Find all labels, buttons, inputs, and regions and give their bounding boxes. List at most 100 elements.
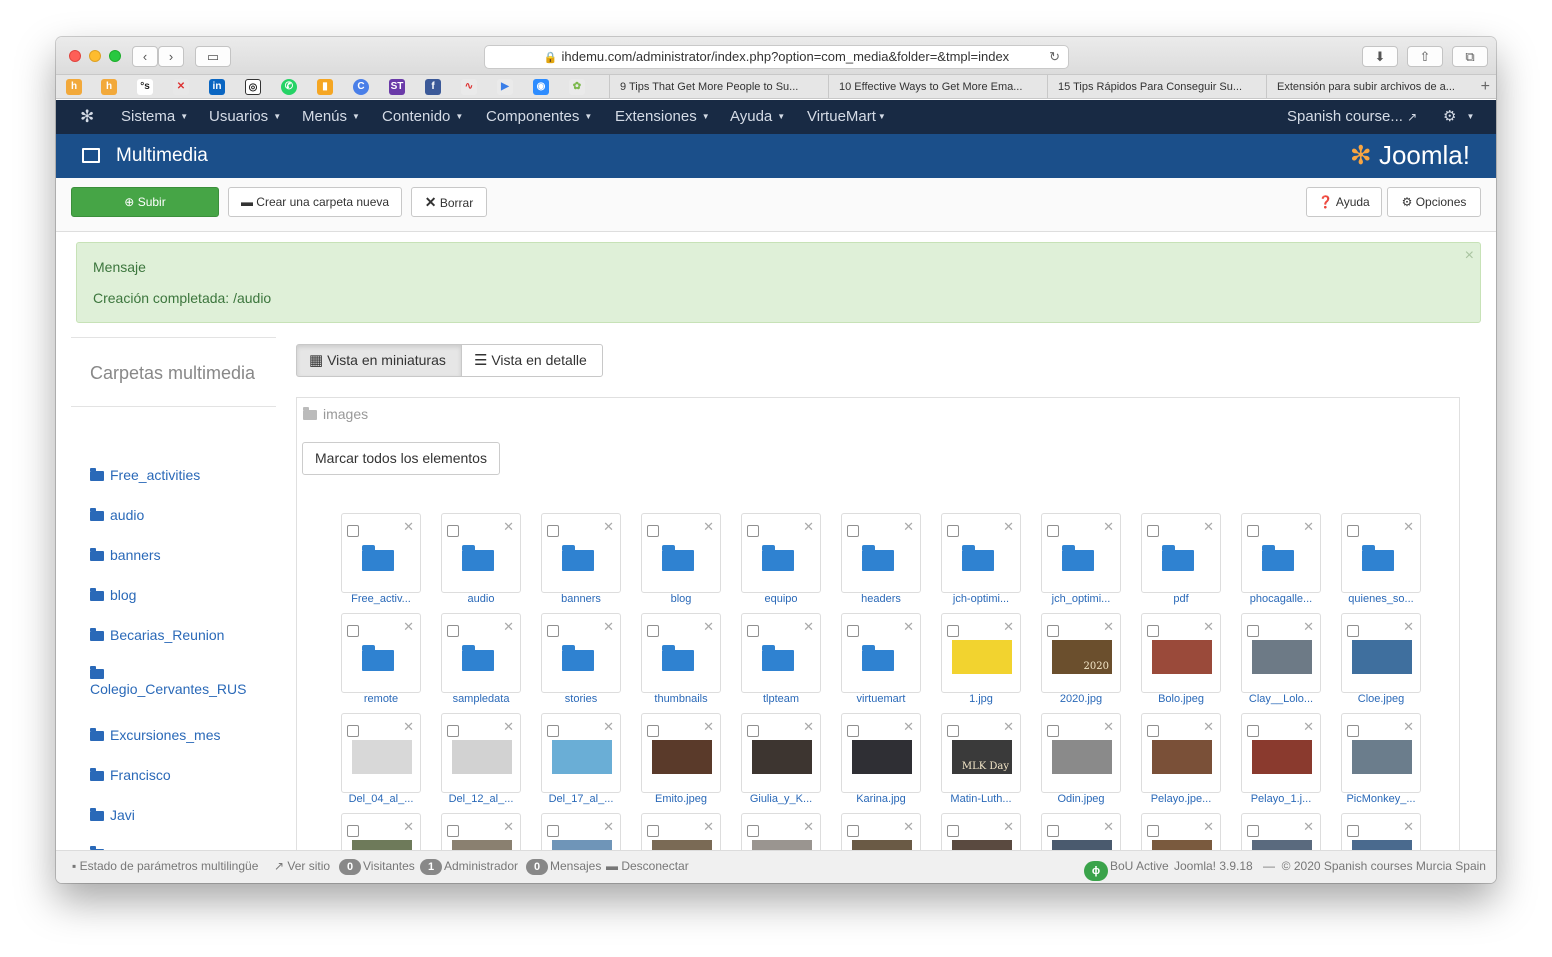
select-checkbox[interactable] — [947, 825, 959, 837]
tile-label[interactable]: Odin.jpeg — [1033, 793, 1129, 805]
detail-view-button[interactable]: ☰ Vista en detalle — [461, 344, 603, 377]
menu-extensiones[interactable]: Extensiones ▼ — [615, 100, 710, 134]
forward-button[interactable]: › — [158, 46, 184, 67]
menu-componentes[interactable]: Componentes ▼ — [486, 100, 592, 134]
tile-label[interactable]: stories — [533, 693, 629, 705]
tile-box[interactable]: ✕ — [841, 813, 921, 853]
delete-icon[interactable]: ✕ — [1403, 620, 1414, 633]
tile-box[interactable]: ✕ — [441, 713, 521, 793]
play-icon[interactable]: ▶ — [497, 79, 513, 95]
folder-tile[interactable]: ✕ banners — [541, 513, 621, 605]
sidebar-folder-item[interactable]: banners — [90, 547, 161, 563]
folder-tile[interactable]: ✕ Free_activ... — [341, 513, 421, 605]
delete-icon[interactable]: ✕ — [1403, 820, 1414, 833]
folder-tile[interactable]: ✕ tlpteam — [741, 613, 821, 705]
select-checkbox[interactable] — [547, 525, 559, 537]
bookmark-h2-icon[interactable]: h — [101, 79, 117, 95]
select-checkbox[interactable] — [1347, 625, 1359, 637]
sidebar-folder-item[interactable]: audio — [90, 507, 144, 523]
select-checkbox[interactable] — [647, 525, 659, 537]
reload-icon[interactable]: ↻ — [1049, 46, 1060, 68]
help-button[interactable]: ❓ Ayuda — [1306, 187, 1382, 217]
select-checkbox[interactable] — [447, 525, 459, 537]
delete-icon[interactable]: ✕ — [1303, 620, 1314, 633]
select-checkbox[interactable] — [1147, 825, 1159, 837]
select-checkbox[interactable] — [1247, 725, 1259, 737]
tile-label[interactable]: sampledata — [433, 693, 529, 705]
image-tile[interactable]: ✕ 1.jpg — [941, 613, 1021, 705]
tile-label[interactable]: Cloe.jpeg — [1333, 693, 1429, 705]
logout-link[interactable]: ▬ Desconectar — [606, 851, 689, 881]
tile-box[interactable]: ✕ — [541, 813, 621, 853]
select-checkbox[interactable] — [747, 525, 759, 537]
bookmark-puzzle-icon[interactable]: ✕ — [173, 79, 189, 95]
folder-tile[interactable]: ✕ virtuemart — [841, 613, 921, 705]
delete-icon[interactable]: ✕ — [503, 520, 514, 533]
tile-box[interactable]: ✕ — [1241, 613, 1321, 693]
select-checkbox[interactable] — [647, 625, 659, 637]
new-tab-icon[interactable]: + — [1481, 75, 1490, 99]
tile-label[interactable]: virtuemart — [833, 693, 929, 705]
back-button[interactable]: ‹ — [132, 46, 158, 67]
instagram-icon[interactable]: ◎ — [245, 79, 261, 95]
tile-label[interactable]: banners — [533, 593, 629, 605]
tile-label[interactable]: Pelayo.jpe... — [1133, 793, 1229, 805]
sidebar-folder-item[interactable]: Free_activities — [90, 467, 200, 483]
select-checkbox[interactable] — [747, 725, 759, 737]
delete-icon[interactable]: ✕ — [1303, 520, 1314, 533]
select-checkbox[interactable] — [747, 625, 759, 637]
delete-icon[interactable]: ✕ — [1203, 620, 1214, 633]
select-checkbox[interactable] — [1247, 825, 1259, 837]
tile-box[interactable]: ✕ — [1141, 813, 1221, 853]
menu-sistema[interactable]: Sistema ▼ — [121, 100, 188, 134]
bookmark-h-icon[interactable]: h — [66, 79, 82, 95]
delete-icon[interactable]: ✕ — [703, 520, 714, 533]
select-checkbox[interactable] — [347, 625, 359, 637]
tile-label[interactable]: Del_04_al_... — [333, 793, 429, 805]
tile-label[interactable]: 2020.jpg — [1033, 693, 1129, 705]
tile-box[interactable]: ✕ — [941, 613, 1021, 693]
delete-icon[interactable]: ✕ — [903, 520, 914, 533]
image-tile[interactable]: ✕ 2020 2020.jpg — [1041, 613, 1121, 705]
delete-button[interactable]: ✕ Borrar — [411, 187, 487, 217]
tile-box[interactable]: ✕ 2020 — [1041, 613, 1121, 693]
image-tile[interactable]: ✕ Pelayo.jpe... — [1141, 713, 1221, 805]
delete-icon[interactable]: ✕ — [1403, 720, 1414, 733]
image-tile[interactable]: ✕ — [741, 813, 821, 853]
image-tile[interactable]: ✕ Karina.jpg — [841, 713, 921, 805]
folder-tile[interactable]: ✕ audio — [441, 513, 521, 605]
tile-label[interactable]: Emito.jpeg — [633, 793, 729, 805]
select-checkbox[interactable] — [447, 825, 459, 837]
delete-icon[interactable]: ✕ — [1203, 720, 1214, 733]
tile-label[interactable]: jch_optimi... — [1033, 593, 1129, 605]
share-button[interactable]: ⇧ — [1407, 46, 1443, 67]
select-checkbox[interactable] — [547, 725, 559, 737]
image-tile[interactable]: ✕ — [341, 813, 421, 853]
tile-box[interactable]: ✕ — [941, 813, 1021, 853]
image-tile[interactable]: ✕ Del_12_al_... — [441, 713, 521, 805]
tile-box[interactable]: ✕ — [341, 713, 421, 793]
select-checkbox[interactable] — [447, 725, 459, 737]
folder-tile[interactable]: ✕ equipo — [741, 513, 821, 605]
bookmark-leaf-icon[interactable]: ✿ — [569, 79, 585, 95]
tile-box[interactable]: ✕ — [741, 713, 821, 793]
select-checkbox[interactable] — [347, 725, 359, 737]
tile-box[interactable]: ✕ — [1041, 713, 1121, 793]
sidebar-folder-item[interactable]: Colegio_Cervantes_RUS — [90, 665, 246, 697]
select-all-button[interactable]: Marcar todos los elementos — [302, 442, 500, 475]
tile-box[interactable]: ✕ — [541, 713, 621, 793]
select-checkbox[interactable] — [1347, 525, 1359, 537]
select-checkbox[interactable] — [947, 625, 959, 637]
select-checkbox[interactable] — [1147, 625, 1159, 637]
tile-box[interactable]: ✕ — [1341, 813, 1421, 853]
delete-icon[interactable]: ✕ — [703, 720, 714, 733]
tile-box[interactable]: ✕ — [441, 813, 521, 853]
tile-box[interactable]: ✕ — [1141, 513, 1221, 593]
image-tile[interactable]: ✕ Emito.jpeg — [641, 713, 721, 805]
tab-2[interactable]: 10 Effective Ways to Get More Ema... — [828, 75, 1034, 99]
tile-label[interactable]: Bolo.jpeg — [1133, 693, 1229, 705]
delete-icon[interactable]: ✕ — [1103, 820, 1114, 833]
joomla-menu-icon[interactable]: ✻ — [80, 100, 94, 134]
select-checkbox[interactable] — [1147, 725, 1159, 737]
downloads-button[interactable]: ⬇ — [1362, 46, 1398, 67]
